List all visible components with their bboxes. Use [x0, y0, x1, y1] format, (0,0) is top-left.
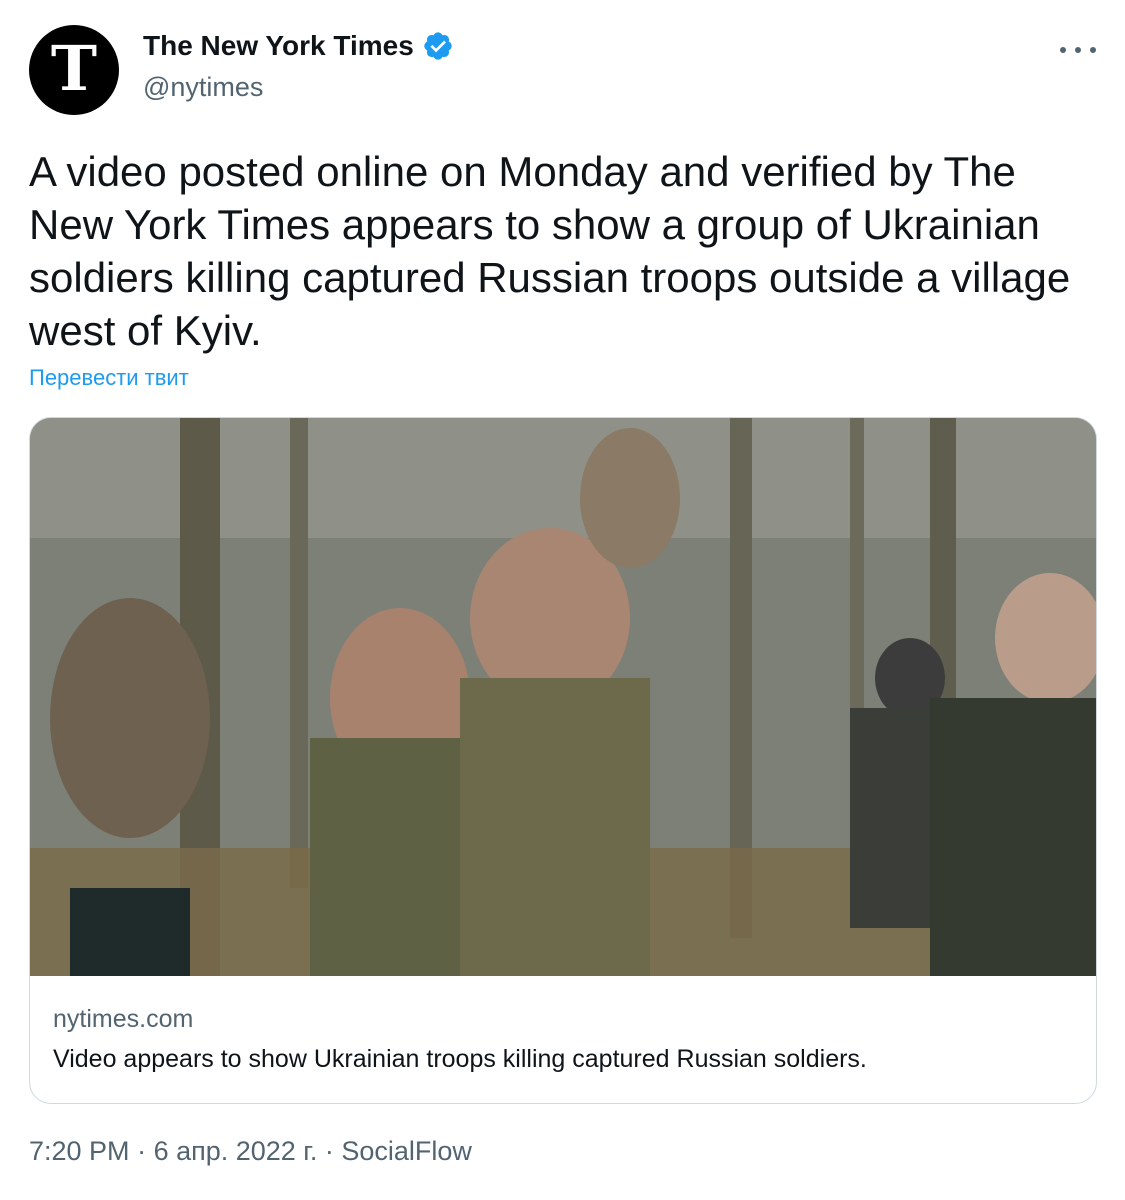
link-card[interactable]: nytimes.com Video appears to show Ukrain… — [29, 417, 1097, 1104]
tweet-time[interactable]: 7:20 PM — [29, 1136, 130, 1166]
avatar[interactable]: T — [29, 25, 119, 115]
more-options-icon[interactable] — [1060, 38, 1096, 62]
card-domain: nytimes.com — [53, 1005, 194, 1033]
verified-badge-icon — [424, 32, 452, 60]
tweet-text: A video posted online on Monday and veri… — [29, 148, 1071, 354]
meta-separator: · — [129, 1136, 154, 1166]
card-title: Video appears to show Ukrainian troops k… — [53, 1045, 867, 1073]
author-handle[interactable]: @nytimes — [143, 72, 263, 103]
card-image[interactable] — [30, 418, 1096, 976]
tweet: T The New York Times @nytimes A video po… — [0, 0, 1125, 1200]
tweet-source[interactable]: SocialFlow — [341, 1136, 472, 1166]
nyt-logo-icon: T — [50, 32, 98, 105]
display-name[interactable]: The New York Times — [143, 30, 414, 62]
tweet-meta: 7:20 PM · 6 апр. 2022 г. · SocialFlow — [29, 1136, 472, 1167]
author-name-row: The New York Times — [143, 30, 454, 62]
meta-separator: · — [317, 1136, 342, 1166]
tweet-date[interactable]: 6 апр. 2022 г. — [154, 1136, 318, 1166]
translate-tweet-link[interactable]: Перевести твит — [29, 365, 189, 391]
